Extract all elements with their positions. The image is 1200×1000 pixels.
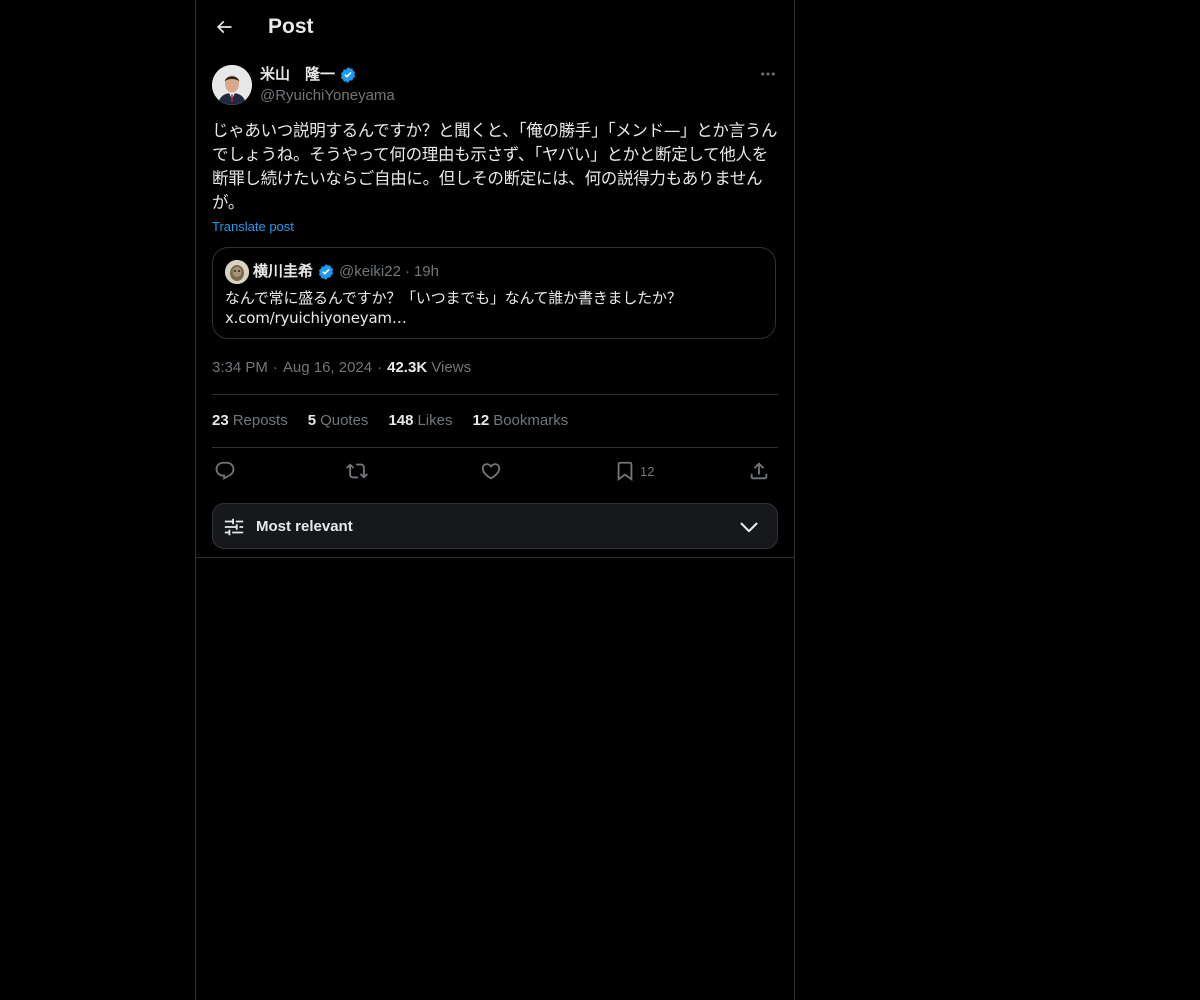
views-label: Views <box>431 359 472 376</box>
views-stat[interactable]: 42.3K Views <box>387 358 471 378</box>
share-button[interactable] <box>748 459 770 483</box>
arrow-left-icon <box>216 20 232 34</box>
quotes-label: Quotes <box>320 412 369 429</box>
post-date[interactable]: Aug 16, 2024 <box>283 358 372 378</box>
more-options-button[interactable] <box>758 64 778 84</box>
quotes-count: 5 <box>307 412 317 429</box>
post-meta: 3:34 PM · Aug 16, 2024 · 42.3K Views <box>212 358 471 378</box>
views-count: 42.3K <box>387 359 428 376</box>
repost-icon <box>346 463 368 479</box>
likes-count: 148 <box>388 412 414 429</box>
author-avatar[interactable] <box>212 65 252 105</box>
quote-avatar-image <box>225 260 249 284</box>
quote-text-block: なんで常に盛るんですか？「いつまでも」なんて誰か書きましたか？ x.com/ry… <box>225 288 765 328</box>
action-bar: 12 <box>212 459 778 483</box>
divider <box>212 447 778 448</box>
quote-header: 横川圭希 @keiki22 · 19h <box>253 262 439 282</box>
post-time[interactable]: 3:34 PM <box>212 358 268 378</box>
bookmarks-count: 12 <box>472 412 490 429</box>
meta-separator: · <box>377 359 383 376</box>
post-header: Post <box>196 0 794 54</box>
translate-post-link[interactable]: Translate post <box>212 218 294 236</box>
engagement-stats: 23 Reposts 5 Quotes 148 Likes 12 Bookmarks <box>212 411 568 431</box>
share-icon <box>750 462 768 480</box>
reply-sort-dropdown[interactable]: Most relevant <box>212 503 778 549</box>
meta-separator: · <box>272 359 278 376</box>
reply-button[interactable] <box>214 459 236 483</box>
reply-icon <box>215 461 235 480</box>
bookmarks-stat[interactable]: 12 Bookmarks <box>473 411 569 431</box>
reposts-count: 23 <box>212 412 229 429</box>
chevron-down-icon <box>740 522 758 533</box>
quote-timestamp: 19h <box>413 263 439 280</box>
verified-badge-icon <box>318 264 334 280</box>
bookmark-count: 12 <box>640 463 655 479</box>
divider <box>212 394 778 395</box>
avatar-image <box>212 65 252 105</box>
bookmark-button[interactable]: 12 <box>614 459 654 483</box>
quote-separator: · <box>404 263 410 280</box>
likes-stat[interactable]: 148 Likes <box>388 411 452 431</box>
bookmarks-label: Bookmarks <box>493 412 569 429</box>
likes-label: Likes <box>417 412 453 429</box>
post-column: Post 米山 隆一 @RyuichiYoneyama じゃあいつ説明するんです… <box>195 0 795 1000</box>
bookmark-icon <box>617 461 633 482</box>
quote-author-handle: @keiki22 <box>339 263 401 280</box>
author-handle[interactable]: @RyuichiYoneyama <box>260 86 395 106</box>
like-button[interactable] <box>480 459 502 483</box>
quoted-post[interactable]: 横川圭希 @keiki22 · 19h なんで常に盛るんですか？「いつまでも」な… <box>212 247 776 339</box>
divider <box>196 557 794 558</box>
author-name[interactable]: 米山 隆一 <box>260 65 357 85</box>
quote-author-name: 横川圭希 <box>253 263 314 280</box>
page-title: Post <box>268 15 314 38</box>
quote-text: なんで常に盛るんですか？「いつまでも」なんて誰か書きましたか？ <box>225 289 682 307</box>
author-name-text: 米山 隆一 <box>260 66 336 83</box>
repost-button[interactable] <box>346 459 368 483</box>
quotes-stat[interactable]: 5 Quotes <box>308 411 369 431</box>
sliders-icon <box>224 518 244 536</box>
heart-icon <box>481 463 501 480</box>
reposts-label: Reposts <box>232 412 288 429</box>
sort-label: Most relevant <box>256 518 353 535</box>
post-text: じゃあいつ説明するんですか？と聞くと、「俺の勝手」「メンド—」とか言うんでしょう… <box>212 121 778 212</box>
back-button[interactable] <box>210 13 238 41</box>
reposts-stat[interactable]: 23 Reposts <box>212 411 288 431</box>
quote-link: x.com/ryuichiyoneyam… <box>225 309 407 327</box>
more-dots-icon <box>761 72 775 76</box>
quote-author-avatar <box>225 260 249 284</box>
verified-badge-icon <box>340 67 356 83</box>
